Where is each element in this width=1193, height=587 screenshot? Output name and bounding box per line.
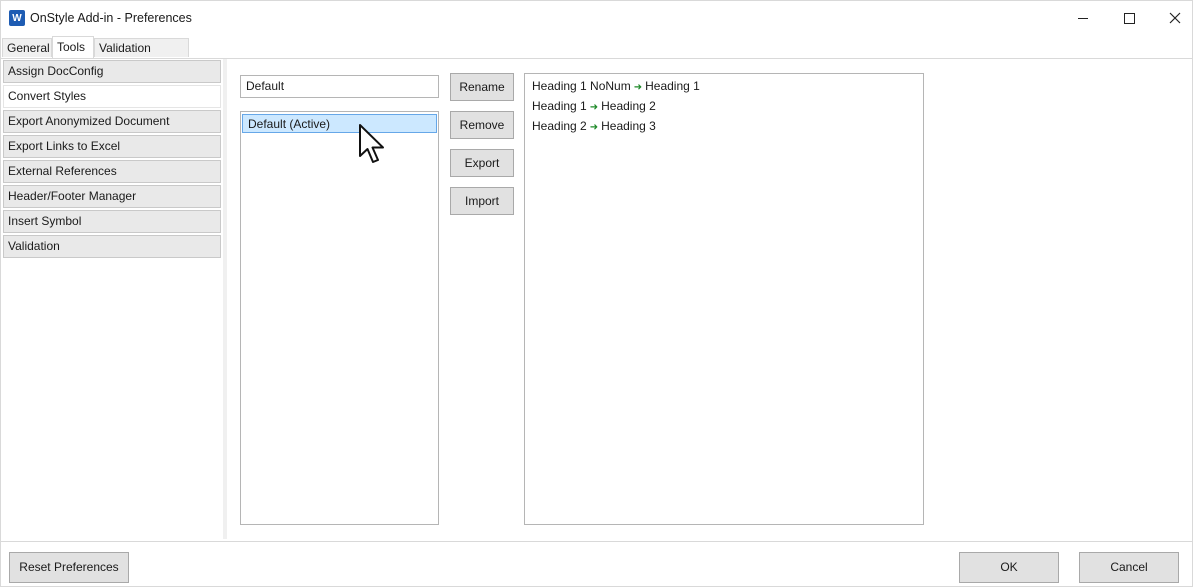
mapping-row[interactable]: Heading 1 ➜ Heading 2 [532,98,923,118]
mapping-to: Heading 3 [601,119,656,133]
mapping-to: Heading 1 [645,79,700,93]
tool-assign-docconfig[interactable]: Assign DocConfig [3,60,221,83]
arrow-right-icon: ➜ [633,82,643,93]
tool-external-references[interactable]: External References [3,160,221,183]
word-icon: W [9,10,25,26]
tab-validation-rules[interactable]: Validation Rules [94,38,189,73]
mapping-to: Heading 2 [601,99,656,113]
maximize-button[interactable] [1106,1,1152,35]
tool-convert-styles[interactable]: Convert Styles [3,85,221,108]
config-list[interactable]: Default (Active) [240,111,439,525]
mapping-row[interactable]: Heading 2 ➜ Heading 3 [532,118,923,138]
arrow-right-icon: ➜ [589,122,599,133]
remove-button[interactable]: Remove [450,111,514,139]
tools-list: Assign DocConfig Convert Styles Export A… [3,60,221,260]
tool-validation[interactable]: Validation [3,235,221,258]
style-mapping-panel[interactable]: Heading 1 NoNum ➜ Heading 1 Heading 1 ➜ Head… [524,73,924,525]
arrow-right-icon: ➜ [589,102,599,113]
tool-insert-symbol[interactable]: Insert Symbol [3,210,221,233]
tab-general[interactable]: General [2,38,52,57]
export-button[interactable]: Export [450,149,514,177]
mapping-row[interactable]: Heading 1 NoNum ➜ Heading 1 [532,78,923,98]
config-name-input[interactable]: Default [240,75,439,98]
mouse-cursor-icon [359,124,384,163]
close-icon [1169,12,1181,24]
mapping-from: Heading 2 [532,119,587,133]
tab-bar: General Tools Validation Rules [1,36,1192,73]
minimize-button[interactable] [1060,1,1106,35]
close-button[interactable] [1152,1,1193,35]
maximize-icon [1123,12,1135,24]
footer-divider [1,541,1192,542]
window-title: OnStyle Add-in - Preferences [30,11,192,25]
config-list-item[interactable]: Default (Active) [242,114,437,133]
reset-preferences-button[interactable]: Reset Preferences [9,552,129,583]
tool-header-footer-manager[interactable]: Header/Footer Manager [3,185,221,208]
tab-tools[interactable]: Tools [52,36,94,58]
mapping-from: Heading 1 NoNum [532,79,631,93]
rename-button[interactable]: Rename [450,73,514,101]
mapping-from: Heading 1 [532,99,587,113]
panel-splitter[interactable] [223,59,227,539]
tool-export-anonymized-document[interactable]: Export Anonymized Document [3,110,221,133]
tool-export-links-to-excel[interactable]: Export Links to Excel [3,135,221,158]
preferences-window: W OnStyle Add-in - Preferences General T… [0,0,1193,587]
title-bar: W OnStyle Add-in - Preferences [1,1,1192,35]
minimize-icon [1078,17,1088,19]
import-button[interactable]: Import [450,187,514,215]
ok-button[interactable]: OK [959,552,1059,583]
cancel-button[interactable]: Cancel [1079,552,1179,583]
